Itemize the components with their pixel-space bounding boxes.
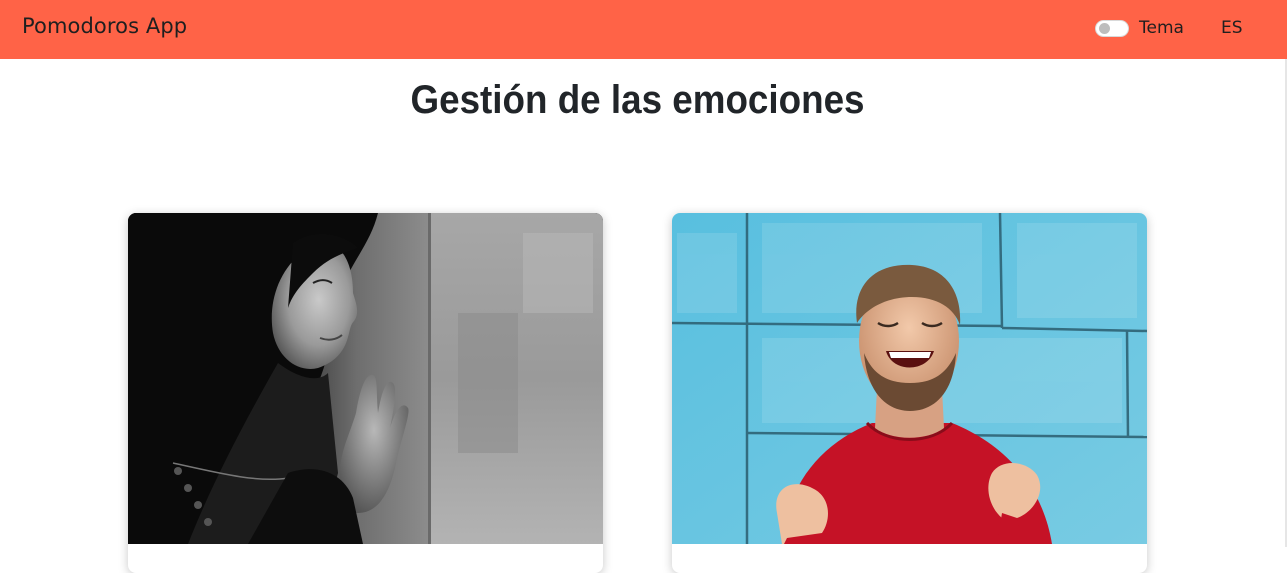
language-selector[interactable]: ES: [1221, 18, 1243, 38]
theme-toggle[interactable]: Tema: [1095, 17, 1184, 39]
emotion-card-sad[interactable]: [128, 213, 603, 573]
page-title: Gestión de las emociones: [410, 78, 865, 122]
theme-switch-knob: [1099, 22, 1110, 34]
theme-toggle-label[interactable]: Tema: [1139, 18, 1184, 38]
app-brand[interactable]: Pomodoros App: [22, 14, 187, 38]
emotion-card-happy[interactable]: [672, 213, 1147, 573]
theme-switch[interactable]: [1095, 19, 1129, 37]
happy-man-celebrating-photo: [672, 213, 1147, 544]
navbar: Pomodoros App Tema ES: [0, 0, 1287, 59]
sad-woman-at-window-photo: [128, 213, 603, 544]
